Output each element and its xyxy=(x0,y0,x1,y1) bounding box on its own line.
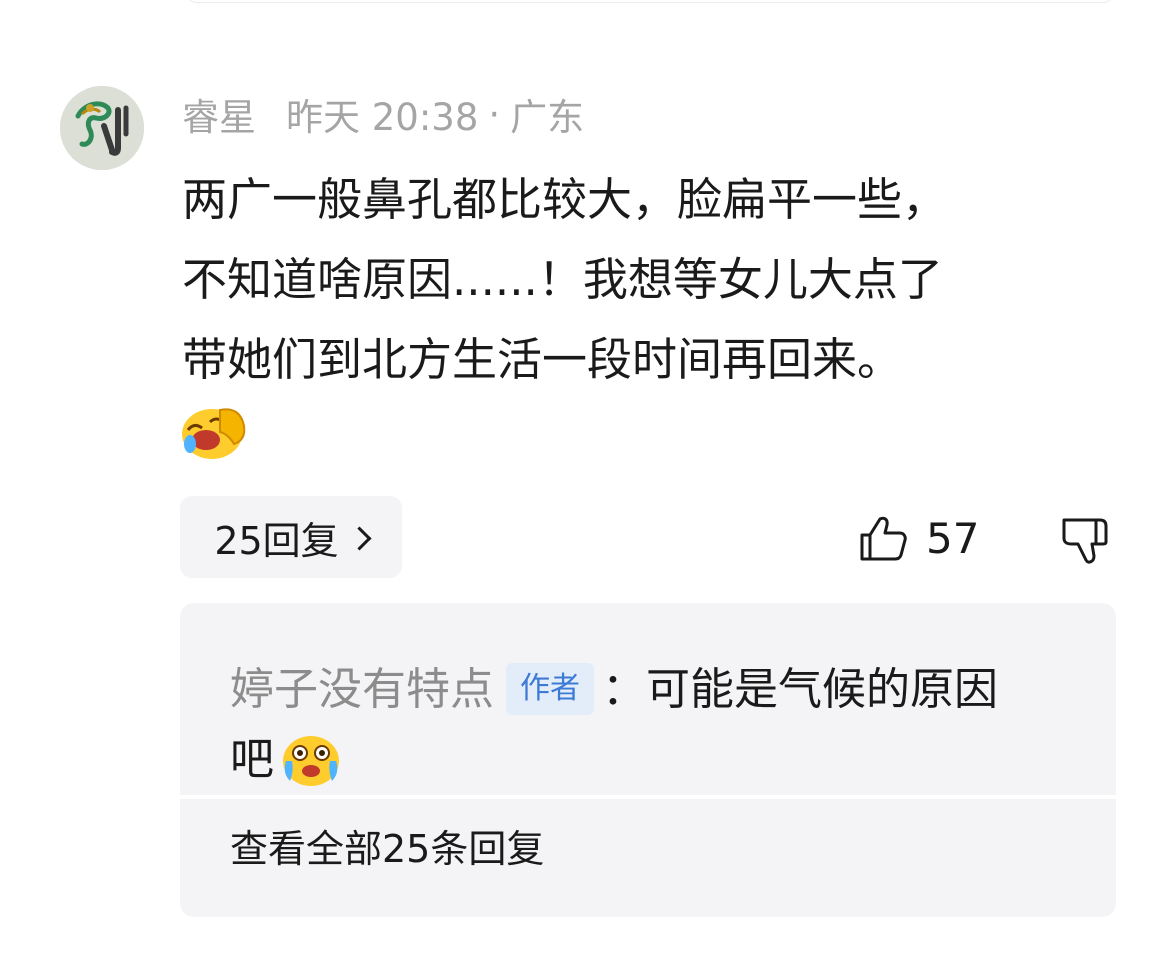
meta-separator: · xyxy=(488,92,501,136)
like-button[interactable]: 57 xyxy=(858,510,979,566)
comment-line-2: 不知道啥原因......！我想等女儿大点了 xyxy=(182,253,943,306)
replies-label: 25回复 xyxy=(214,518,339,563)
avatar-image xyxy=(60,86,144,170)
comment-meta: 睿星 昨天 20:38 · 广东 xyxy=(182,87,585,141)
laughing-face-emoji xyxy=(180,400,248,460)
comment-location: 广东 xyxy=(510,96,585,139)
comment-text: 两广一般鼻孔都比较大，脸扁平一些， 不知道啥原因......！我想等女儿大点了 … xyxy=(182,160,1122,400)
dislike-button[interactable] xyxy=(1060,514,1112,566)
crying-face-emoji xyxy=(283,736,339,786)
previous-card-edge xyxy=(185,0,1115,3)
author-badge: 作者 xyxy=(506,663,594,715)
reply-preview-card[interactable]: 婷子没有特点 作者 ：可能是气候的原因 吧 查看全部25条回复 xyxy=(180,603,1116,917)
comment-line-3: 带她们到北方生活一段时间再回来。 xyxy=(182,333,903,386)
comment-line-1: 两广一般鼻孔都比较大，脸扁平一些， xyxy=(182,173,948,226)
chevron-right-icon xyxy=(347,525,372,551)
reply-text-part1: ：可能是气候的原因 xyxy=(602,664,998,715)
thumbs-up-icon xyxy=(860,516,907,561)
like-count: 57 xyxy=(926,513,980,563)
replies-button[interactable]: 25回复 xyxy=(180,496,402,578)
reply-username[interactable]: 婷子没有特点 xyxy=(230,664,494,715)
comment-time: 昨天 20:38 xyxy=(286,96,479,139)
reply-text: 婷子没有特点 作者 ：可能是气候的原因 吧 xyxy=(230,655,1070,795)
user-avatar[interactable] xyxy=(60,86,144,170)
reply-text-part2: 吧 xyxy=(230,734,274,785)
view-all-replies-link[interactable]: 查看全部25条回复 xyxy=(230,818,544,873)
reply-divider xyxy=(180,795,1116,799)
thumbs-down-icon xyxy=(1062,518,1108,564)
comment-username[interactable]: 睿星 xyxy=(182,87,256,141)
